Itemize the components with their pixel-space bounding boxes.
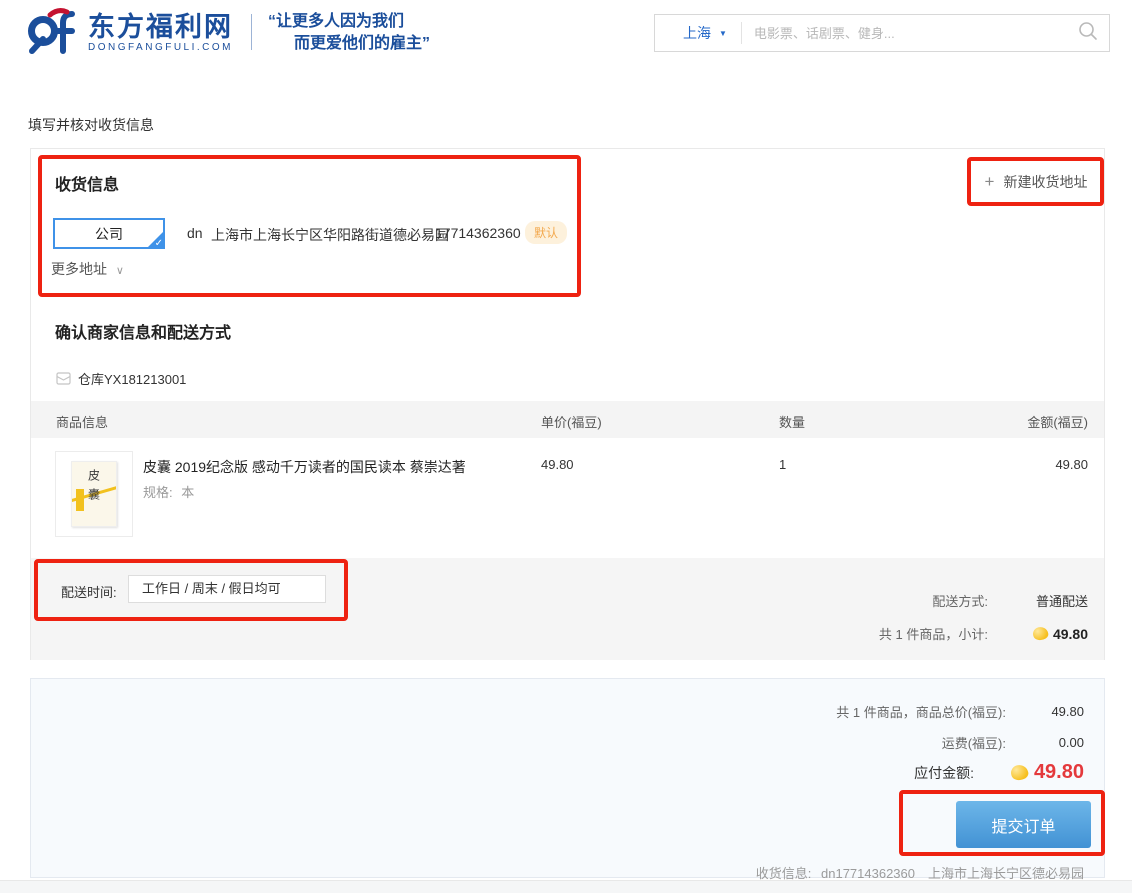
address-tag-label: 公司	[95, 224, 123, 244]
slogan-line1: “让更多人因为我们	[268, 11, 430, 33]
chevron-down-icon: ▼	[719, 29, 727, 38]
search-box: 上海 ▼	[654, 14, 1110, 52]
spec-label: 规格:	[143, 485, 173, 500]
chevron-down-icon: ∨	[116, 265, 124, 277]
warehouse-row: 仓库YX181213001	[56, 369, 186, 388]
search-button[interactable]	[1067, 20, 1109, 47]
bottom-strip	[0, 880, 1132, 893]
payable-value-wrap: 49.80	[974, 761, 1084, 784]
payable-label: 应付金额:	[914, 763, 974, 783]
spec-value: 本	[181, 485, 194, 500]
payable-value: 49.80	[1034, 761, 1084, 784]
footer-address-value: dn17714362360 上海市上海长宁区德必易园	[821, 866, 1084, 881]
col-unit-price: 单价(福豆)	[541, 412, 602, 431]
logo-text: 东方福利网 DONGFANGFULI.COM	[88, 12, 233, 54]
slogan: “让更多人因为我们 而更爱他们的雇主”	[268, 6, 430, 55]
book-cover-title: 皮囊	[86, 469, 103, 507]
check-icon: ✓	[155, 238, 163, 249]
shipping-row: 运费(福豆): 0.00	[942, 733, 1084, 752]
recipient-phone: 17714362360	[435, 225, 521, 241]
merchant-section-title: 确认商家信息和配送方式	[55, 319, 231, 343]
more-addresses-link[interactable]: 更多地址 ∨	[51, 259, 124, 279]
total-row: 共 1 件商品，商品总价(福豆): 49.80	[836, 702, 1084, 721]
product-title[interactable]: 皮囊 2019纪念版 感动千万读者的国民读本 蔡崇达著	[143, 457, 543, 477]
delivery-method-label: 配送方式:	[932, 591, 988, 610]
total-label: 共 1 件商品，商品总价(福豆):	[836, 702, 1006, 721]
recipient-address: 上海市上海长宁区华阳路街道德必易园	[211, 225, 449, 245]
logo-mark-icon	[26, 6, 80, 59]
site-logo[interactable]: 东方福利网 DONGFANGFULI.COM	[26, 6, 233, 59]
city-label: 上海	[683, 23, 711, 43]
city-selector[interactable]: 上海 ▼	[655, 22, 742, 44]
subtotal-value: 49.80	[1053, 626, 1088, 642]
amount-cell: 49.80	[1055, 457, 1088, 472]
plus-icon: +	[985, 172, 995, 192]
checkout-page: 东方福利网 DONGFANGFULI.COM “让更多人因为我们 而更爱他们的雇…	[0, 0, 1132, 893]
address-section-title: 收货信息	[55, 171, 119, 195]
warehouse-icon	[56, 372, 71, 385]
footer-address-label: 收货信息:	[756, 866, 812, 881]
header-left: 东方福利网 DONGFANGFULI.COM “让更多人因为我们 而更爱他们的雇…	[26, 6, 430, 59]
col-product: 商品信息	[56, 412, 108, 431]
order-table-header: 商品信息 单价(福豆) 数量 金额(福豆)	[31, 401, 1104, 438]
warehouse-label: 仓库YX181213001	[78, 369, 186, 388]
page-title: 填写并核对收货信息	[28, 115, 154, 135]
delivery-section: 配送时间: 工作日 / 周末 / 假日均可 配送方式: 普通配送 共 1 件商品…	[31, 558, 1104, 660]
search-icon	[1077, 20, 1099, 47]
more-addresses-label: 更多地址	[51, 261, 107, 277]
col-amount: 金额(福豆)	[1027, 412, 1088, 431]
submit-order-button[interactable]: 提交订单	[956, 801, 1091, 848]
book-cover: 皮囊	[71, 461, 117, 527]
subtotal-value-wrap: 49.80	[988, 626, 1088, 642]
logo-name: 东方福利网	[88, 12, 233, 42]
search-input[interactable]	[742, 18, 1067, 48]
recipient-name: dn	[187, 225, 203, 241]
delivery-time-select[interactable]: 工作日 / 周末 / 假日均可	[128, 575, 326, 603]
delivery-time-label: 配送时间:	[61, 582, 117, 601]
new-address-button[interactable]: + 新建收货地址	[981, 169, 1091, 195]
total-value: 49.80	[1006, 704, 1084, 719]
shipping-label: 运费(福豆):	[942, 733, 1006, 752]
unit-price-cell: 49.80	[541, 457, 574, 472]
site-header: 东方福利网 DONGFANGFULI.COM “让更多人因为我们 而更爱他们的雇…	[0, 0, 1132, 60]
header-divider	[251, 14, 252, 50]
address-tag-button[interactable]: 公司 ✓	[53, 218, 165, 249]
subtotal-label: 共 1 件商品，小计:	[879, 624, 988, 643]
col-quantity: 数量	[779, 412, 805, 431]
payable-row: 应付金额: 49.80	[914, 761, 1084, 784]
product-thumbnail[interactable]: 皮囊	[55, 451, 133, 537]
fudou-bean-icon	[1032, 625, 1050, 641]
delivery-method-value: 普通配送	[988, 591, 1088, 610]
order-card: 收货信息 + 新建收货地址 公司 ✓ dn 上海市上海长宁区华阳路街道德必易园 …	[30, 148, 1105, 660]
quantity-cell: 1	[779, 457, 786, 472]
shipping-value: 0.00	[1006, 735, 1084, 750]
new-address-label: 新建收货地址	[1003, 172, 1087, 192]
default-badge: 默认	[525, 221, 567, 244]
summary-card: 共 1 件商品，商品总价(福豆): 49.80 运费(福豆): 0.00 应付金…	[30, 678, 1105, 878]
product-spec: 规格: 本	[143, 482, 194, 501]
subtotal-row: 共 1 件商品，小计: 49.80	[879, 624, 1088, 643]
fudou-bean-icon	[1009, 763, 1029, 782]
slogan-line2: 而更爱他们的雇主”	[268, 33, 430, 55]
logo-domain: DONGFANGFULI.COM	[88, 42, 233, 54]
delivery-method-row: 配送方式: 普通配送	[932, 591, 1088, 610]
